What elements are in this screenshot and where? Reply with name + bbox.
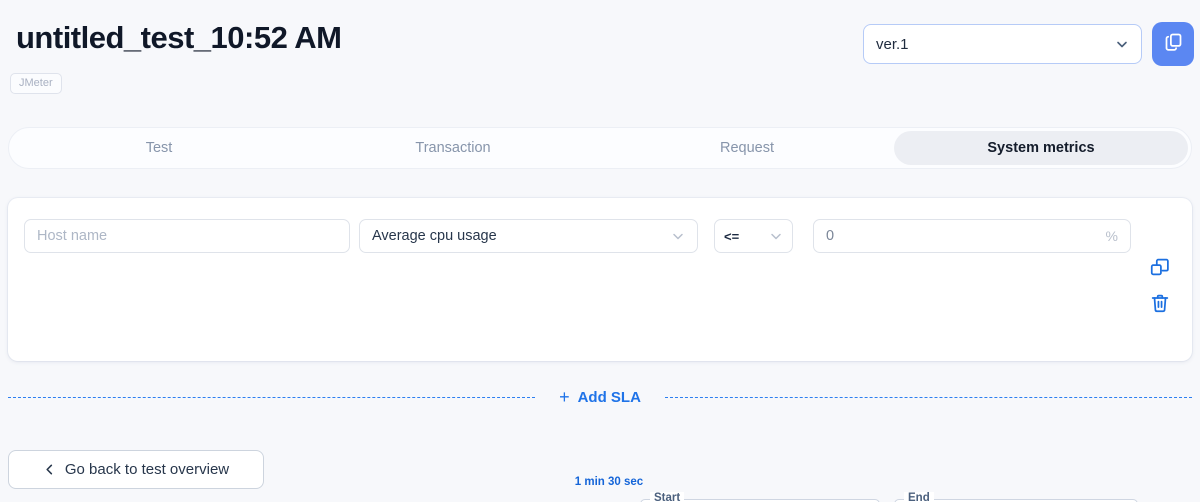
duplicate-icon[interactable]	[1149, 256, 1171, 278]
tab-system-metrics[interactable]: System metrics	[894, 131, 1188, 165]
sla-card: Host name Average cpu usage <= 0 % Time(…	[8, 198, 1192, 502]
copy-icon	[1163, 31, 1184, 57]
plus-icon: +	[559, 386, 570, 407]
operator-select-value: <=	[724, 228, 740, 244]
threshold-input[interactable]: 0 %	[813, 219, 1131, 253]
threshold-unit-suffix: %	[1105, 228, 1118, 244]
end-time-label: End	[904, 492, 934, 502]
version-select-value: ver.1	[876, 35, 909, 53]
divider-right	[664, 396, 1192, 398]
version-select[interactable]: ver.1	[863, 24, 1142, 64]
threshold-input-value: 0	[826, 228, 835, 244]
chevron-down-icon	[769, 229, 783, 243]
slider-end-value-label: 1 min 30 sec	[574, 476, 644, 488]
test-type-badge: JMeter	[10, 73, 62, 94]
go-back-button[interactable]: Go back to test overview	[8, 450, 264, 489]
add-sla-label: Add SLA	[577, 388, 641, 406]
trash-icon[interactable]	[1149, 292, 1171, 314]
chevron-left-icon	[43, 463, 56, 476]
tab-bar: Test Transaction Request System metrics	[8, 127, 1192, 169]
page-header: untitled_test_10:52 AM JMeter ver.1	[0, 0, 1200, 112]
tab-request[interactable]: Request	[600, 131, 894, 165]
metric-select[interactable]: Average cpu usage	[359, 219, 698, 253]
add-sla-row: + Add SLA	[8, 380, 1192, 414]
chevron-down-icon	[671, 229, 685, 243]
tab-test[interactable]: Test	[12, 131, 306, 165]
metric-select-value: Average cpu usage	[372, 228, 497, 244]
divider-left	[8, 396, 536, 398]
add-sla-button[interactable]: + Add SLA	[535, 386, 665, 407]
duplicate-version-button[interactable]	[1152, 22, 1194, 66]
start-time-label: Start	[650, 492, 685, 502]
page-title: untitled_test_10:52 AM	[16, 20, 342, 55]
chevron-down-icon	[1115, 37, 1129, 51]
host-name-input[interactable]: Host name	[24, 219, 350, 253]
go-back-label: Go back to test overview	[64, 461, 230, 478]
operator-select[interactable]: <=	[714, 219, 793, 253]
tab-transaction[interactable]: Transaction	[306, 131, 600, 165]
host-name-placeholder: Host name	[37, 228, 108, 244]
sla-configuration-page: untitled_test_10:52 AM JMeter ver.1 Test…	[0, 0, 1200, 502]
